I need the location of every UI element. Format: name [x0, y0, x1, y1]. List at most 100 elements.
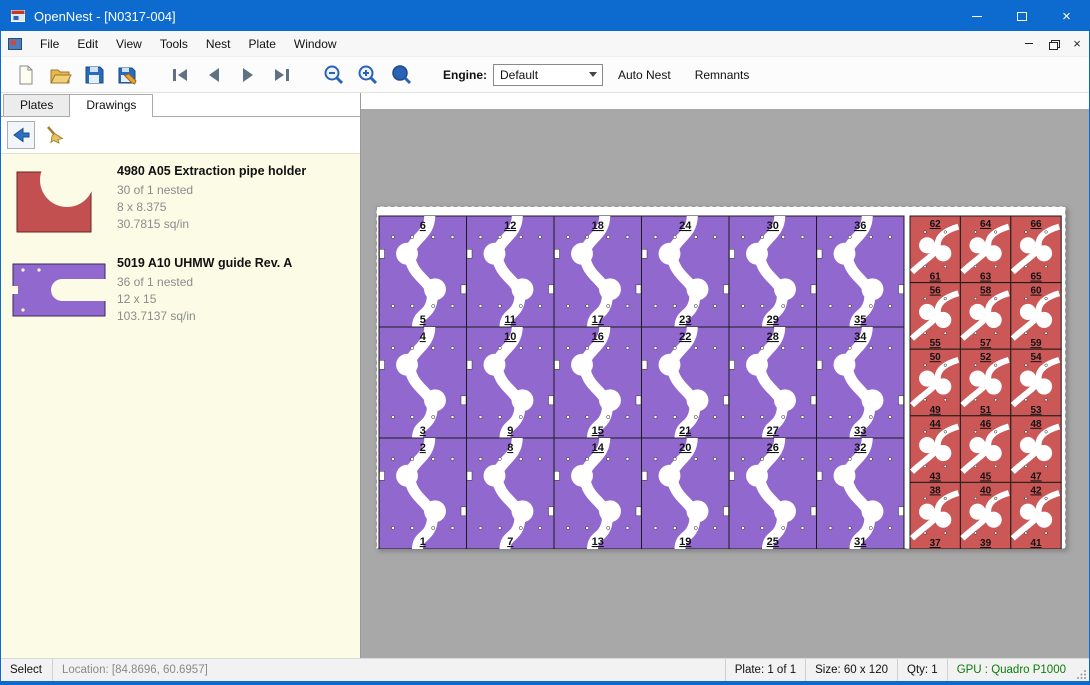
svg-text:34: 34 [854, 331, 867, 343]
part-thumbnail-red [9, 164, 111, 238]
close-icon: × [1062, 9, 1071, 24]
svg-text:27: 27 [767, 425, 779, 437]
panel-tab-bar: Plates Drawings [1, 93, 360, 117]
child-close-icon: × [1073, 36, 1081, 51]
remnants-button[interactable]: Remnants [686, 63, 759, 87]
tab-drawings[interactable]: Drawings [69, 94, 153, 117]
menu-item-edit[interactable]: Edit [68, 33, 107, 55]
menu-item-window[interactable]: Window [285, 33, 346, 55]
nest-plate[interactable]: 6512111817242330293635431091615222128273… [376, 206, 1066, 549]
save-button[interactable] [77, 60, 111, 90]
drawing-item-uhmw-guide[interactable]: 5019 A10 UHMW guide Rev. A 36 of 1 neste… [1, 246, 360, 333]
maximize-button[interactable] [999, 1, 1044, 31]
left-panel: Plates Drawings [1, 93, 361, 658]
svg-text:60: 60 [1030, 286, 1042, 297]
svg-text:8: 8 [507, 442, 513, 454]
maximize-icon [1017, 12, 1027, 21]
auto-nest-button[interactable]: Auto Nest [609, 63, 680, 87]
resize-grip[interactable] [1075, 659, 1089, 681]
drawing-area: 103.7137 sq/in [117, 308, 352, 325]
svg-text:30: 30 [767, 220, 779, 232]
menu-item-file[interactable]: File [31, 33, 68, 55]
zoom-fit-icon [390, 63, 414, 87]
svg-text:29: 29 [767, 314, 779, 326]
send-to-nest-button[interactable] [7, 121, 35, 149]
svg-text:44: 44 [930, 419, 942, 430]
zoom-out-button[interactable] [317, 60, 351, 90]
new-button[interactable] [9, 60, 43, 90]
canvas-background[interactable]: 6512111817242330293635431091615222128273… [361, 109, 1089, 658]
open-button[interactable] [43, 60, 77, 90]
svg-text:26: 26 [767, 442, 779, 454]
svg-text:39: 39 [980, 538, 992, 549]
child-restore-button[interactable] [1041, 34, 1065, 54]
new-file-icon [14, 63, 38, 87]
svg-text:47: 47 [1030, 471, 1042, 482]
drawing-title: 4980 A05 Extraction pipe holder [117, 164, 352, 178]
nest-canvas[interactable]: 6512111817242330293635431091615222128273… [361, 93, 1089, 658]
drawing-size: 12 x 15 [117, 291, 352, 308]
svg-text:43: 43 [930, 471, 942, 482]
minimize-button[interactable] [954, 1, 999, 31]
svg-text:25: 25 [767, 536, 779, 548]
app-window: OpenNest - [N0317-004] × File Edit View … [0, 0, 1090, 685]
svg-text:11: 11 [504, 314, 516, 326]
drawings-toolbar [1, 117, 360, 153]
extraction-pipe-holder-shape [9, 164, 105, 238]
svg-text:46: 46 [980, 419, 992, 430]
svg-text:48: 48 [1030, 419, 1042, 430]
arrow-left-icon [10, 124, 32, 146]
svg-text:36: 36 [854, 220, 866, 232]
last-plate-icon [270, 63, 294, 87]
svg-text:50: 50 [930, 352, 942, 363]
grip-icon [1077, 669, 1087, 679]
child-close-button[interactable]: × [1065, 34, 1089, 54]
svg-text:20: 20 [679, 442, 691, 454]
child-minimize-button[interactable] [1017, 34, 1041, 54]
engine-label: Engine: [443, 68, 487, 82]
svg-text:59: 59 [1030, 338, 1042, 349]
svg-text:22: 22 [679, 331, 691, 343]
svg-text:62: 62 [930, 219, 942, 230]
document-window-icon [7, 36, 23, 52]
drawing-size: 8 x 8.375 [117, 199, 352, 216]
nav-prev-button[interactable] [197, 60, 231, 90]
nav-next-button[interactable] [231, 60, 265, 90]
nav-last-button[interactable] [265, 60, 299, 90]
menu-item-plate[interactable]: Plate [240, 33, 285, 55]
chevron-down-icon[interactable] [584, 65, 602, 85]
svg-text:65: 65 [1030, 272, 1042, 283]
svg-text:55: 55 [930, 338, 942, 349]
svg-text:35: 35 [854, 314, 866, 326]
svg-text:7: 7 [507, 536, 513, 548]
svg-text:45: 45 [980, 471, 992, 482]
clear-button[interactable] [41, 121, 69, 149]
engine-value: Default [494, 68, 584, 82]
svg-text:32: 32 [854, 442, 866, 454]
status-gpu: GPU : Quadro P1000 [947, 659, 1075, 681]
svg-text:64: 64 [980, 219, 992, 230]
svg-text:23: 23 [679, 314, 691, 326]
zoom-fit-button[interactable] [385, 60, 419, 90]
svg-text:42: 42 [1030, 485, 1042, 496]
save-as-button[interactable] [111, 60, 145, 90]
svg-text:1: 1 [420, 536, 426, 548]
nav-first-button[interactable] [163, 60, 197, 90]
menu-item-tools[interactable]: Tools [151, 33, 197, 55]
status-mode: Select [1, 659, 53, 681]
svg-text:16: 16 [592, 331, 604, 343]
status-plate: Plate: 1 of 1 [725, 659, 805, 681]
tab-plates[interactable]: Plates [3, 94, 70, 116]
svg-text:49: 49 [930, 405, 942, 416]
close-button[interactable]: × [1044, 1, 1089, 31]
svg-text:2: 2 [420, 442, 426, 454]
svg-text:17: 17 [592, 314, 604, 326]
svg-text:33: 33 [854, 425, 866, 437]
menu-item-view[interactable]: View [107, 33, 151, 55]
engine-select[interactable]: Default [493, 64, 603, 86]
drawing-item-extraction-pipe-holder[interactable]: 4980 A05 Extraction pipe holder 30 of 1 … [1, 154, 360, 246]
menu-item-nest[interactable]: Nest [197, 33, 240, 55]
zoom-in-button[interactable] [351, 60, 385, 90]
svg-text:21: 21 [679, 425, 691, 437]
child-minimize-icon [1025, 43, 1033, 44]
